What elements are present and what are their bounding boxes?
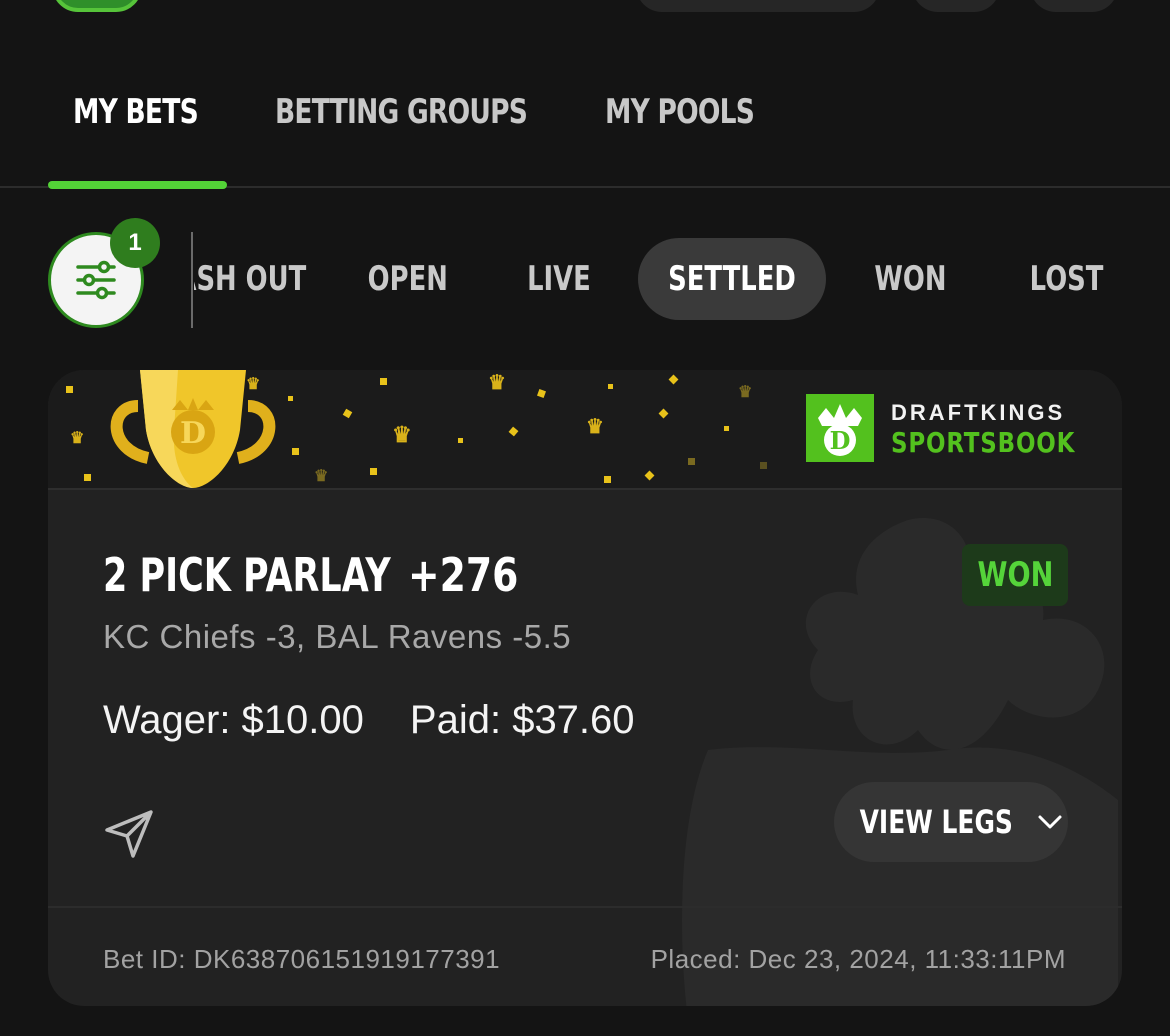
confetti — [604, 476, 611, 483]
svg-text:D: D — [830, 426, 851, 455]
confetti — [458, 438, 463, 443]
share-icon[interactable] — [101, 806, 157, 862]
bet-type-title: 2 PICK PARLAY — [103, 548, 391, 602]
tab-my-bets[interactable]: MY BETS — [73, 92, 199, 132]
confetti — [724, 426, 729, 431]
view-legs-button[interactable]: VIEW LEGS — [834, 782, 1068, 862]
confetti — [668, 374, 679, 385]
confetti — [370, 468, 377, 475]
bet-odds: +276 — [408, 548, 519, 602]
filter-count-badge: 1 — [110, 218, 160, 268]
logo-draftkings-text: DRAFTKINGS — [891, 400, 1066, 425]
header-green-button[interactable] — [52, 0, 142, 12]
svg-text:D: D — [180, 416, 206, 451]
confetti — [66, 386, 73, 393]
dk-confetti-icon: ♛ — [246, 376, 261, 393]
placed-timestamp: Placed: Dec 23, 2024, 11:33:11PM — [650, 944, 1066, 974]
sliders-icon — [76, 260, 116, 300]
chip-settled[interactable]: SETTLED — [638, 238, 826, 320]
chip-lost[interactable]: LOST — [1018, 238, 1110, 320]
dk-confetti-icon: ♛ — [586, 416, 604, 438]
paid-amount: Paid: $37.60 — [409, 698, 635, 742]
confetti — [288, 396, 293, 401]
header-icon-pill-2[interactable] — [1030, 0, 1118, 12]
dk-confetti-icon: ♛ — [70, 430, 85, 447]
logo-sportsbook-text: SPORTSBOOK — [891, 426, 1076, 459]
confetti — [760, 462, 767, 469]
chip-won[interactable]: WON — [862, 238, 958, 320]
chip-live[interactable]: LIVE — [516, 238, 602, 320]
active-tab-indicator — [48, 181, 227, 189]
view-legs-label: VIEW LEGS — [859, 803, 1013, 841]
card-footer-divider — [48, 906, 1122, 908]
confetti — [658, 408, 669, 419]
confetti — [380, 378, 387, 385]
bet-card: D ♛ ♛ ♛ ♛ ♛ ♛ ♛ D DRAFTKINGS SPORTSBOOK … — [48, 370, 1122, 1006]
chip-open[interactable]: OPEN — [354, 238, 462, 320]
confetti — [644, 470, 655, 481]
my-bets-screen: MY BETS BETTING GROUPS MY POOLS 1 CASH O… — [0, 0, 1170, 1036]
celebration-banner: D ♛ ♛ ♛ ♛ ♛ ♛ ♛ D DRAFTKINGS SPORTSBOOK — [48, 370, 1122, 488]
bet-amounts: Wager: $10.00 Paid: $37.60 — [103, 698, 635, 743]
confetti — [508, 426, 519, 437]
bet-id: Bet ID: DK638706151919177391 — [103, 944, 501, 974]
wager-amount: Wager: $10.00 — [103, 698, 364, 742]
bet-legs-summary: KC Chiefs -3, BAL Ravens -5.5 — [103, 618, 572, 655]
tab-my-pools[interactable]: MY POOLS — [605, 92, 755, 132]
banner-divider — [48, 488, 1122, 490]
confetti — [292, 448, 299, 455]
filter-divider — [191, 232, 193, 328]
result-badge: WON — [962, 544, 1068, 606]
confetti — [84, 474, 91, 481]
dk-confetti-icon: ♛ — [392, 422, 412, 447]
header-balance-pill[interactable] — [636, 0, 880, 12]
chevron-down-icon — [1038, 815, 1062, 829]
dk-confetti-icon: ♛ — [738, 384, 753, 401]
confetti — [342, 408, 353, 419]
dk-confetti-icon: ♛ — [488, 372, 506, 394]
confetti — [608, 384, 613, 389]
header-icon-pill[interactable] — [912, 0, 1000, 12]
tab-betting-groups[interactable]: BETTING GROUPS — [275, 92, 528, 132]
confetti — [537, 389, 546, 398]
dk-confetti-icon: ♛ — [314, 468, 329, 485]
chip-cash-out[interactable]: CASH OUT — [194, 238, 306, 320]
status-chip-row[interactable]: CASH OUT OPEN LIVE SETTLED WON LOST — [194, 232, 1170, 328]
confetti — [688, 458, 695, 465]
draftkings-logo-icon: D — [806, 394, 874, 462]
